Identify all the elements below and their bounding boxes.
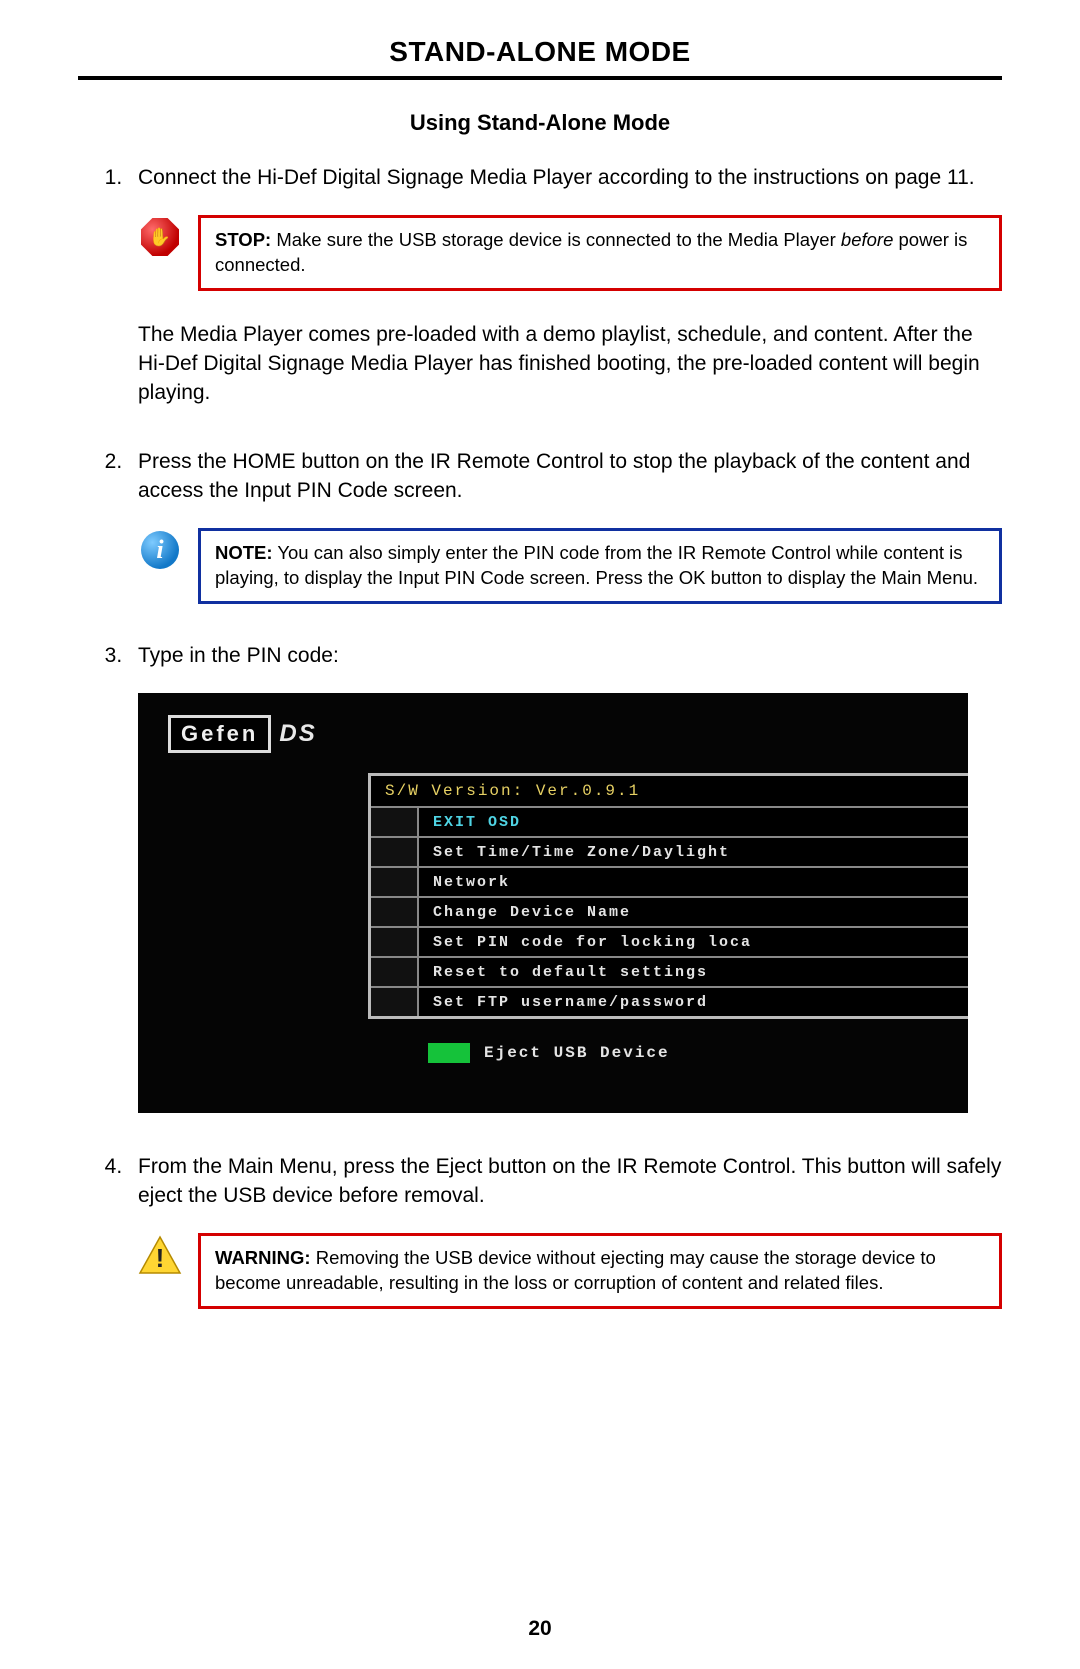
stop-text-a: Make sure the USB storage device is conn… bbox=[271, 229, 841, 250]
step-1-text: Connect the Hi-Def Digital Signage Media… bbox=[138, 166, 975, 189]
osd-row-exit: EXIT OSD bbox=[371, 806, 968, 836]
osd-row-icon bbox=[371, 928, 419, 956]
osd-row-icon bbox=[371, 808, 419, 836]
page-number: 20 bbox=[0, 1617, 1080, 1641]
stop-italic: before bbox=[841, 229, 893, 250]
warning-text: Removing the USB device without ejecting… bbox=[215, 1247, 936, 1293]
stop-icon: ✋ bbox=[138, 215, 182, 259]
section-title: Using Stand-Alone Mode bbox=[78, 110, 1002, 136]
osd-row-label: Set FTP username/password bbox=[419, 988, 968, 1016]
step-1: Connect the Hi-Def Digital Signage Media… bbox=[128, 164, 1002, 193]
note-box: NOTE: You can also simply enter the PIN … bbox=[198, 528, 1002, 604]
osd-row-label: EXIT OSD bbox=[419, 808, 968, 836]
step-4: From the Main Menu, press the Eject butt… bbox=[128, 1153, 1002, 1211]
step-2: Press the HOME button on the IR Remote C… bbox=[128, 448, 1002, 506]
osd-row-label: Network bbox=[419, 868, 968, 896]
title-rule bbox=[78, 76, 1002, 80]
osd-eject-label: Eject USB Device bbox=[484, 1044, 670, 1062]
osd-row-icon bbox=[371, 958, 419, 986]
osd-logo-sub: DS bbox=[279, 720, 316, 748]
osd-screenshot: Gefen DS S/W Version: Ver.0.9.1 EXIT OSD… bbox=[138, 693, 968, 1113]
page-title: STAND-ALONE MODE bbox=[78, 36, 1002, 68]
osd-row-time: Set Time/Time Zone/Daylight bbox=[371, 836, 968, 866]
warning-label: WARNING: bbox=[215, 1247, 311, 1268]
stop-label: STOP: bbox=[215, 229, 271, 250]
warning-callout: ! WARNING: Removing the USB device witho… bbox=[138, 1233, 1002, 1309]
osd-row-label: Set PIN code for locking loca bbox=[419, 928, 968, 956]
step-3: Type in the PIN code: bbox=[128, 642, 1002, 671]
note-text: You can also simply enter the PIN code f… bbox=[215, 542, 978, 588]
step-2-text: Press the HOME button on the IR Remote C… bbox=[138, 450, 970, 502]
step-4-text: From the Main Menu, press the Eject butt… bbox=[138, 1155, 1001, 1207]
osd-row-icon bbox=[371, 838, 419, 866]
osd-row-icon bbox=[371, 988, 419, 1016]
osd-row-label: Reset to default settings bbox=[419, 958, 968, 986]
warning-box: WARNING: Removing the USB device without… bbox=[198, 1233, 1002, 1309]
osd-eject-indicator bbox=[428, 1043, 470, 1063]
steps-list: Connect the Hi-Def Digital Signage Media… bbox=[78, 164, 1002, 193]
osd-logo-main: Gefen bbox=[168, 715, 271, 753]
note-label: NOTE: bbox=[215, 542, 273, 563]
note-callout: i NOTE: You can also simply enter the PI… bbox=[138, 528, 1002, 604]
step-1-paragraph: The Media Player comes pre-loaded with a… bbox=[138, 321, 1002, 408]
osd-row-icon bbox=[371, 868, 419, 896]
warning-icon: ! bbox=[138, 1233, 182, 1277]
steps-list-4: From the Main Menu, press the Eject butt… bbox=[78, 1153, 1002, 1211]
osd-panel: S/W Version: Ver.0.9.1 EXIT OSD Set Time… bbox=[368, 773, 968, 1019]
step-3-text: Type in the PIN code: bbox=[138, 644, 339, 667]
svg-text:!: ! bbox=[156, 1243, 165, 1273]
osd-row-label: Change Device Name bbox=[419, 898, 968, 926]
stop-callout: ✋ STOP: Make sure the USB storage device… bbox=[138, 215, 1002, 291]
osd-logo: Gefen DS bbox=[168, 715, 317, 753]
osd-row-label: Set Time/Time Zone/Daylight bbox=[419, 838, 968, 866]
osd-row-devname: Change Device Name bbox=[371, 896, 968, 926]
stop-box: STOP: Make sure the USB storage device i… bbox=[198, 215, 1002, 291]
osd-row-ftp: Set FTP username/password bbox=[371, 986, 968, 1016]
info-icon: i bbox=[138, 528, 182, 572]
steps-list-3: Type in the PIN code: bbox=[78, 642, 1002, 671]
osd-row-reset: Reset to default settings bbox=[371, 956, 968, 986]
osd-row-icon bbox=[371, 898, 419, 926]
osd-row-network: Network bbox=[371, 866, 968, 896]
osd-eject: Eject USB Device bbox=[428, 1043, 670, 1063]
osd-row-pin: Set PIN code for locking loca bbox=[371, 926, 968, 956]
osd-version: S/W Version: Ver.0.9.1 bbox=[371, 776, 968, 806]
steps-list-2: Press the HOME button on the IR Remote C… bbox=[78, 448, 1002, 506]
